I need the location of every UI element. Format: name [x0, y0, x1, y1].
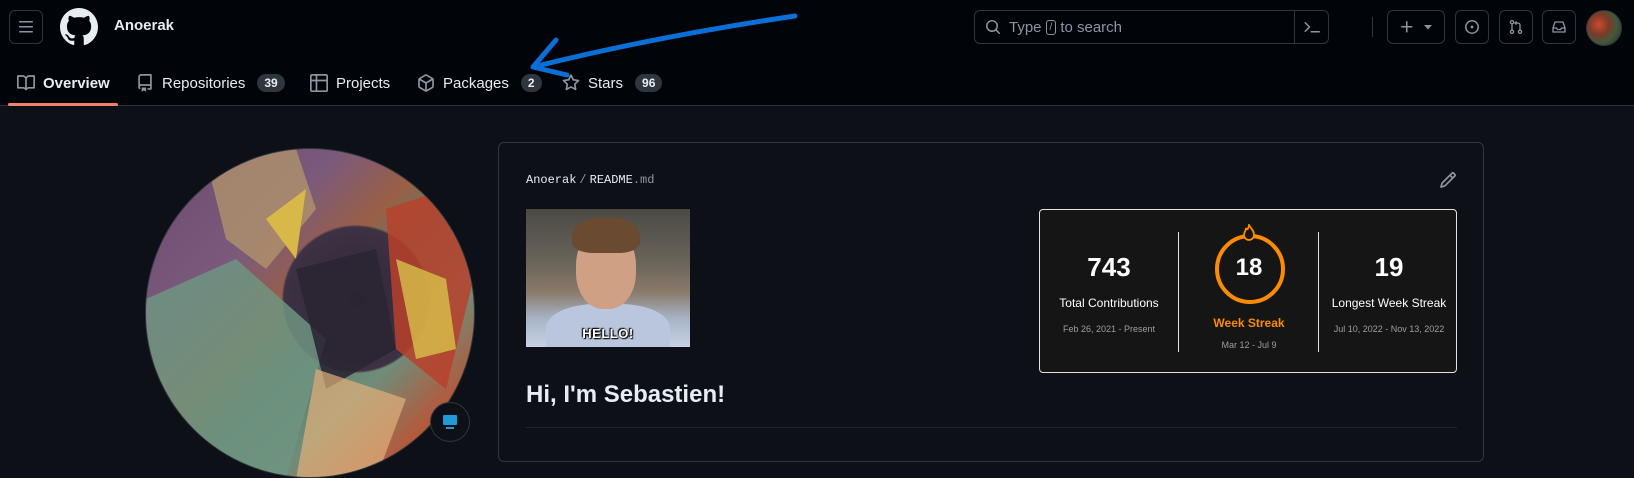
current-streak-value: 18 [1235, 254, 1263, 281]
menu-button[interactable] [9, 10, 43, 44]
stat-divider [1178, 232, 1179, 352]
current-streak-range: Mar 12 - Jul 9 [1221, 340, 1277, 350]
total-contributions-range: Feb 26, 2021 - Present [1062, 324, 1156, 334]
tab-packages-count: 2 [520, 74, 542, 92]
current-streak-label: Week Streak [1213, 316, 1285, 330]
chevron-down-icon [1424, 25, 1432, 30]
computer-status-icon [443, 415, 457, 429]
longest-streak-value: 19 [1374, 252, 1404, 282]
readme-heading: Hi, I'm Sebastien! [526, 381, 726, 408]
total-contributions-stat: 743 Total Contributions Feb 26, 2021 - P… [1040, 210, 1178, 374]
longest-streak-range: Jul 10, 2022 - Nov 13, 2022 [1333, 324, 1445, 334]
stat-divider [1318, 232, 1319, 352]
pull-requests-button[interactable] [1499, 10, 1533, 44]
app-header: Anoerak Type / to search Overview Reposi… [0, 0, 1634, 106]
header-divider [1372, 17, 1373, 37]
readme-extension: .md [632, 173, 655, 187]
tab-projects-label: Projects [336, 74, 391, 92]
search-input[interactable]: Type / to search [974, 10, 1329, 44]
owner-name[interactable]: Anoerak [114, 17, 174, 34]
tab-packages-label: Packages [443, 74, 509, 92]
book-icon [17, 75, 35, 91]
tab-stars-label: Stars [588, 74, 624, 92]
create-new-button[interactable] [1387, 10, 1445, 44]
search-icon [986, 20, 1001, 35]
longest-streak-stat: 19 Longest Week Streak Jul 10, 2022 - No… [1320, 210, 1458, 374]
tab-stars[interactable]: Stars 96 [562, 60, 663, 106]
readme-path: Anoerak / README.md [526, 173, 654, 187]
tab-repositories-label: Repositories [162, 74, 246, 92]
inbox-button[interactable] [1542, 10, 1576, 44]
search-shortcut-key: / [1045, 19, 1057, 35]
total-contributions-label: Total Contributions [1059, 296, 1159, 310]
readme-owner[interactable]: Anoerak [526, 173, 576, 187]
tab-repositories[interactable]: Repositories 39 [136, 60, 285, 106]
command-palette-button[interactable] [1294, 11, 1328, 43]
fire-icon [1243, 224, 1255, 241]
plus-icon [1401, 21, 1413, 33]
top-bar: Anoerak Type / to search [0, 0, 1634, 56]
avatar-artwork [146, 149, 474, 477]
star-icon [562, 74, 580, 91]
longest-streak-label: Longest Week Streak [1331, 296, 1447, 310]
search-placeholder-suffix: to search [1060, 18, 1123, 36]
path-separator: / [579, 173, 587, 187]
edit-pencil-icon[interactable] [1439, 171, 1457, 189]
profile-avatar[interactable] [145, 148, 475, 478]
profile-tabs: Overview Repositories 39 Projects Packag… [0, 60, 800, 106]
terminal-icon [1303, 22, 1320, 33]
pull-request-icon [1509, 19, 1523, 35]
inbox-icon [1552, 21, 1566, 33]
tab-overview-label: Overview [43, 74, 110, 92]
repo-icon [138, 74, 152, 92]
current-streak-stat: 18 Week Streak Mar 12 - Jul 9 [1180, 210, 1318, 374]
gif-hair [572, 217, 640, 253]
heading-rule [526, 427, 1457, 428]
tab-repositories-count: 39 [257, 74, 285, 92]
gif-caption: HELLO! [582, 326, 634, 341]
table-icon [310, 74, 328, 92]
readme-card: Anoerak / README.md HELLO! 743 Total Contr… [498, 142, 1484, 462]
streak-stats-card: 743 Total Contributions Feb 26, 2021 - P… [1039, 209, 1457, 373]
issues-button[interactable] [1455, 10, 1489, 44]
user-avatar[interactable] [1586, 10, 1622, 46]
menu-icon [19, 21, 33, 33]
github-logo-icon[interactable] [60, 8, 98, 46]
tab-overview[interactable]: Overview [17, 60, 110, 106]
hello-gif: HELLO! [526, 209, 690, 347]
tab-packages[interactable]: Packages 2 [417, 60, 542, 106]
tab-projects[interactable]: Projects [310, 60, 390, 106]
total-contributions-value: 743 [1087, 252, 1131, 282]
issues-icon [1465, 20, 1479, 34]
active-tab-indicator [8, 103, 118, 106]
package-icon [418, 74, 434, 92]
readme-filename[interactable]: README [590, 173, 633, 187]
tab-stars-count: 96 [635, 74, 663, 92]
search-placeholder-prefix: Type [1009, 18, 1042, 36]
status-badge[interactable] [430, 402, 470, 442]
